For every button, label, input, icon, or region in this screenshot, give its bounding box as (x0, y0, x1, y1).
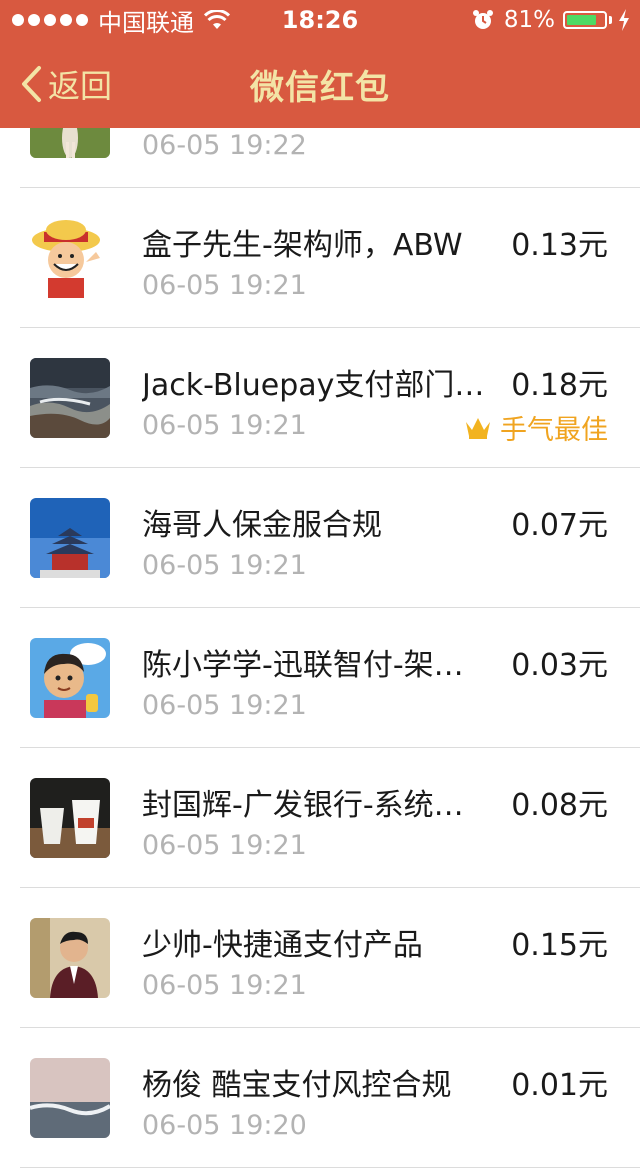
amount: 0.15元 (511, 928, 608, 963)
page-title: 微信红包 (250, 68, 390, 108)
coffee-cups-photo-icon (30, 778, 110, 858)
sender-name: 封国辉-广发银行-系统… (142, 788, 464, 823)
timestamp: 06-05 19:21 (142, 410, 307, 441)
list-item[interactable]: 杨俊 酷宝支付风控合规 0.01元 06-05 19:20 (0, 1028, 640, 1168)
best-luck-badge: 手气最佳 (464, 408, 608, 447)
red-packet-record-list[interactable]: 06-05 19:22 盒子先生-架构师，ABW 0.13元 06-05 19:… (0, 48, 640, 1168)
status-bar: 中国联通 18:26 81% (0, 0, 640, 40)
sender-name: 盒子先生-架构师，ABW (142, 228, 463, 263)
timestamp: 06-05 19:21 (142, 690, 307, 721)
best-luck-label: 手气最佳 (500, 415, 608, 446)
battery-cap (609, 16, 612, 24)
list-item[interactable]: 海哥人保金服合规 0.07元 06-05 19:21 (0, 468, 640, 608)
sender-name: 海哥人保金服合规 (142, 508, 382, 543)
seascape-photo-icon (30, 358, 110, 438)
amount: 0.13元 (511, 228, 608, 263)
timestamp: 06-05 19:21 (142, 830, 307, 861)
battery-icon (563, 11, 607, 29)
timestamp: 06-05 19:20 (142, 1110, 307, 1141)
sender-name: 杨俊 酷宝支付风控合规 (142, 1068, 452, 1103)
sender-name: 陈小学学-迅联智付-架… (142, 648, 464, 683)
temple-photo-icon (30, 498, 110, 578)
amount: 0.03元 (511, 648, 608, 683)
timestamp: 06-05 19:22 (142, 130, 307, 161)
list-item[interactable]: Jack-Bluepay支付部门… 0.18元 06-05 19:21 手气最佳 (0, 328, 640, 468)
sender-name: Jack-Bluepay支付部门… (142, 368, 485, 403)
crown-icon (466, 417, 490, 439)
sea-photo-icon (30, 1058, 110, 1138)
cartoon-pirate-icon (30, 218, 110, 298)
timestamp: 06-05 19:21 (142, 970, 307, 1001)
navigation-bar: 返回 微信红包 (0, 40, 640, 128)
amount: 0.08元 (511, 788, 608, 823)
alarm-icon (472, 10, 493, 29)
list-item[interactable]: 少帅-快捷通支付产品 0.15元 06-05 19:21 (0, 888, 640, 1028)
amount: 0.01元 (511, 1068, 608, 1103)
man-portrait-photo-icon (30, 918, 110, 998)
charging-bolt-icon (619, 9, 629, 31)
header: 中国联通 18:26 81% 返回 微信红包 (0, 0, 640, 128)
sender-name: 少帅-快捷通支付产品 (142, 928, 423, 963)
list-item[interactable]: 盒子先生-架构师，ABW 0.13元 06-05 19:21 (0, 188, 640, 328)
battery-percent: 81% (503, 7, 555, 33)
amount: 0.07元 (511, 508, 608, 543)
list-item[interactable]: 封国辉-广发银行-系统… 0.08元 06-05 19:21 (0, 748, 640, 888)
list-item[interactable]: 陈小学学-迅联智付-架… 0.03元 06-05 19:21 (0, 608, 640, 748)
timestamp: 06-05 19:21 (142, 550, 307, 581)
amount: 0.18元 (511, 368, 608, 403)
cartoon-boy-icon (30, 638, 110, 718)
timestamp: 06-05 19:21 (142, 270, 307, 301)
